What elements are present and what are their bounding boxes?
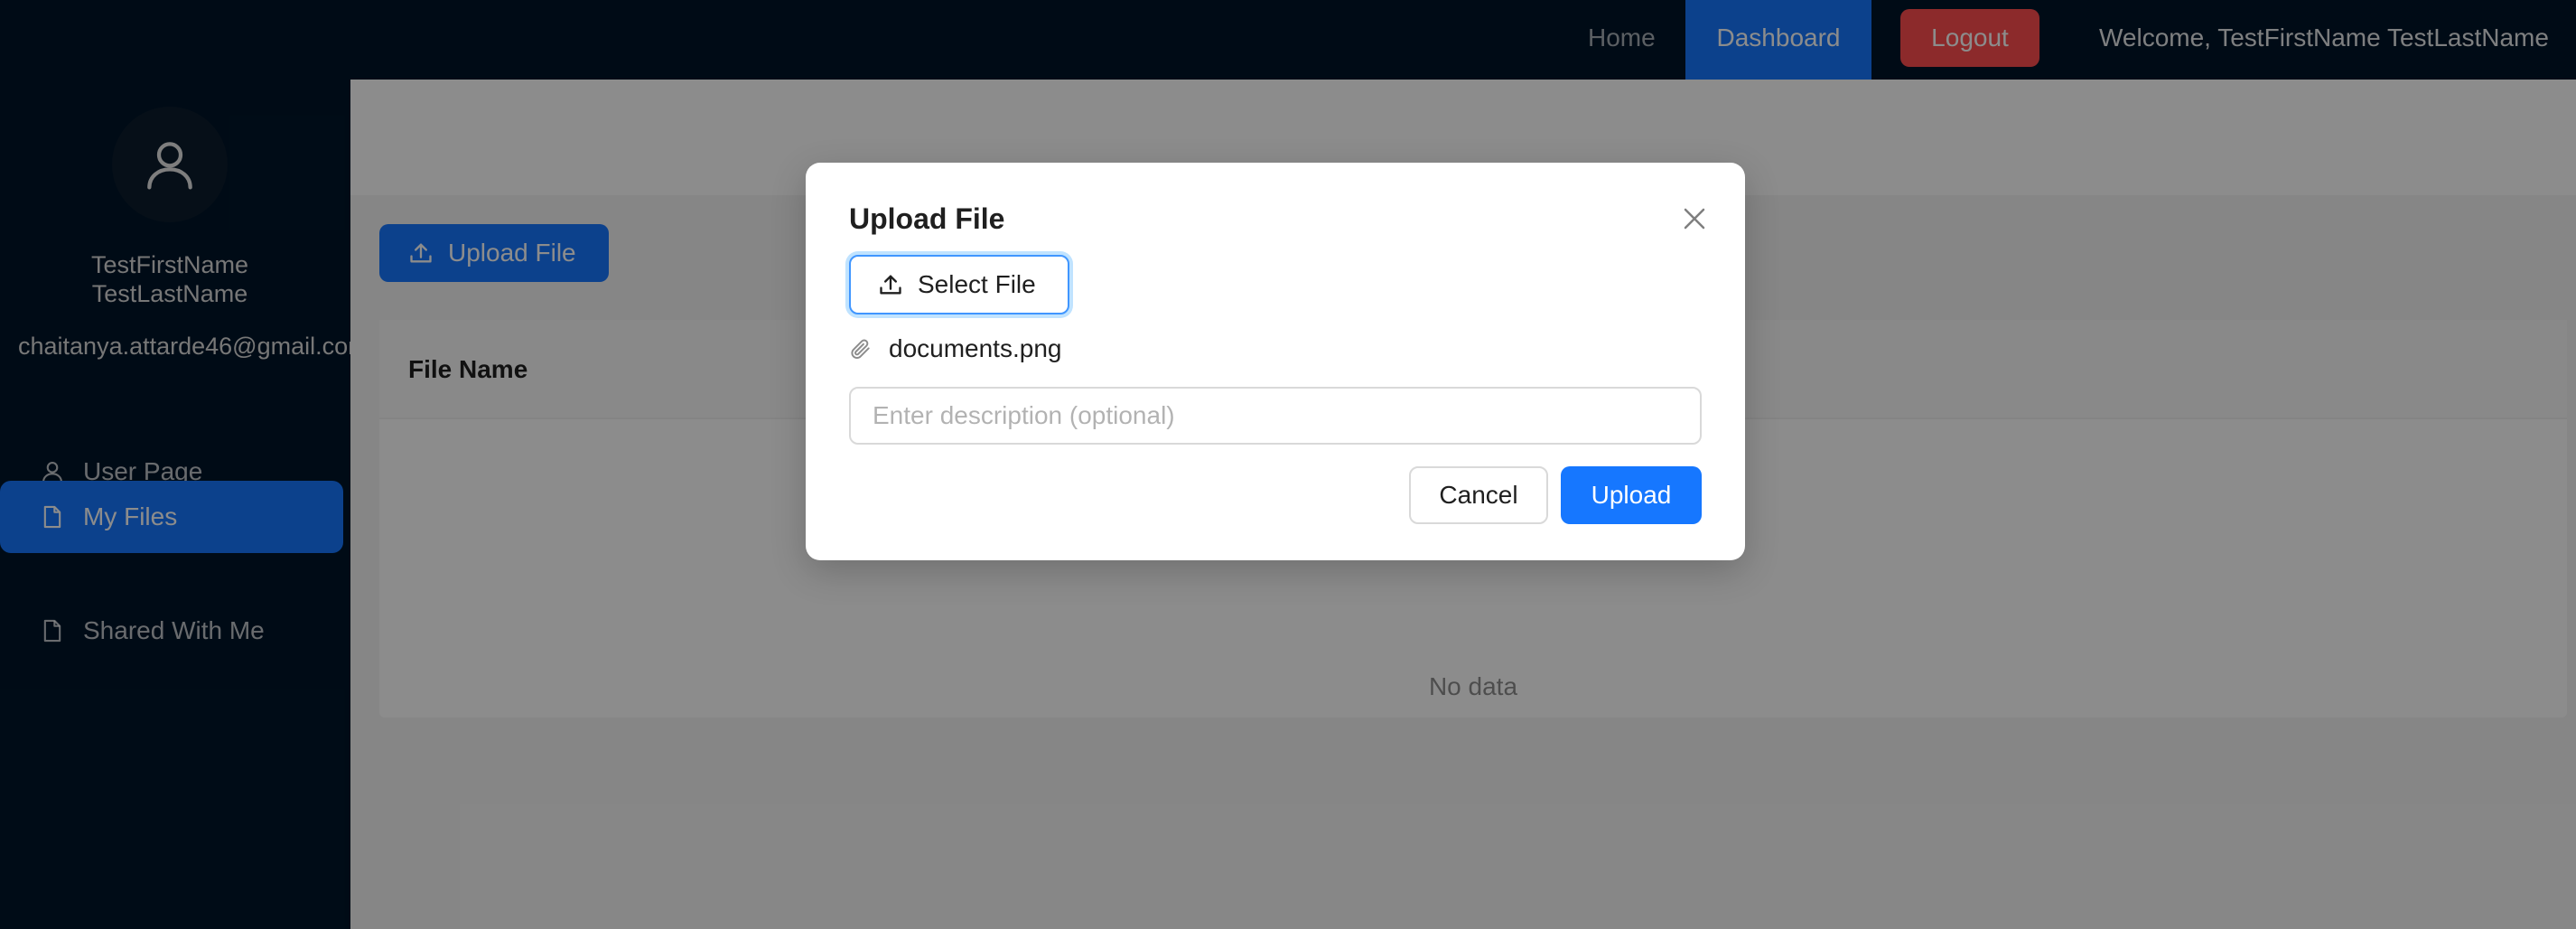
upload-button[interactable]: Upload: [1561, 466, 1702, 524]
select-file-label: Select File: [918, 270, 1036, 298]
cancel-button[interactable]: Cancel: [1409, 466, 1548, 524]
upload-icon: [880, 275, 901, 295]
selected-file-item[interactable]: documents.png: [849, 331, 1061, 367]
description-input[interactable]: [849, 387, 1702, 445]
paperclip-icon: [851, 339, 870, 359]
modal-title: Upload File: [849, 202, 1005, 235]
close-icon: [1684, 208, 1705, 230]
close-button[interactable]: [1675, 199, 1714, 239]
upload-file-modal: Upload File Select File documents.png Ca…: [806, 163, 1745, 560]
selected-file-name: documents.png: [889, 334, 1062, 362]
select-file-button[interactable]: Select File: [849, 255, 1069, 314]
